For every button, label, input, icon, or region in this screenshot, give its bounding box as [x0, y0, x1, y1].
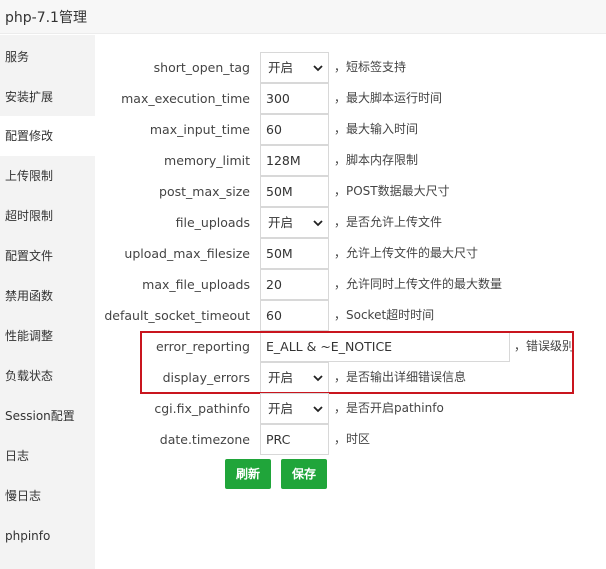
post-max-size-input[interactable] — [260, 176, 329, 207]
setting-row-cgi-fix-pathinfo: cgi.fix_pathinfo 开启 ，是否开启pathinfo — [95, 393, 606, 424]
setting-label: memory_limit — [164, 153, 250, 168]
setting-row-default-socket-timeout: default_socket_timeout ，Socket超时时间 — [95, 300, 606, 331]
setting-description: ，最大脚本运行时间 — [334, 91, 443, 105]
setting-label: default_socket_timeout — [104, 308, 250, 323]
setting-description: ，短标签支持 — [334, 60, 407, 74]
setting-row-max-input-time: max_input_time ，最大输入时间 — [95, 114, 606, 145]
setting-label: upload_max_filesize — [124, 246, 250, 261]
setting-description: ，允许同时上传文件的最大数量 — [334, 277, 503, 291]
setting-label: max_input_time — [149, 122, 250, 137]
select-value: 开启 — [268, 401, 294, 416]
sidebar-item-timeout-limit[interactable]: 超时限制 — [0, 196, 95, 236]
setting-label: max_execution_time — [121, 91, 250, 106]
max-input-time-input[interactable] — [260, 114, 329, 145]
setting-row-date-timezone: date.timezone ，时区 — [95, 424, 606, 455]
setting-row-upload-max-filesize: upload_max_filesize ，允许上传文件的最大尺寸 — [95, 238, 606, 269]
setting-description: ，Socket超时时间 — [334, 308, 435, 322]
setting-label: cgi.fix_pathinfo — [154, 401, 250, 416]
sidebar-item-extensions[interactable]: 安装扩展 — [0, 77, 95, 117]
setting-row-memory-limit: memory_limit ，脚本内存限制 — [95, 145, 606, 176]
max-file-uploads-input[interactable] — [260, 269, 329, 300]
default-socket-timeout-input[interactable] — [260, 300, 329, 331]
setting-row-file-uploads: file_uploads 开启 ，是否允许上传文件 — [95, 207, 606, 238]
sidebar: 服务 安装扩展 配置修改 上传限制 超时限制 配置文件 禁用函数 性能调整 负载… — [0, 35, 95, 569]
sidebar-item-phpinfo[interactable]: phpinfo — [0, 516, 95, 556]
setting-description: ，POST数据最大尺寸 — [334, 184, 450, 198]
sidebar-item-performance[interactable]: 性能调整 — [0, 316, 95, 356]
sidebar-item-service[interactable]: 服务 — [0, 37, 95, 77]
config-form: short_open_tag 开启 ，短标签支持 max_execution_t… — [95, 35, 606, 569]
sidebar-item-config-file[interactable]: 配置文件 — [0, 236, 95, 276]
sidebar-item-config[interactable]: 配置修改 — [0, 116, 95, 156]
sidebar-item-upload-limit[interactable]: 上传限制 — [0, 156, 95, 196]
save-button[interactable]: 保存 — [281, 459, 327, 489]
sidebar-item-log[interactable]: 日志 — [0, 436, 95, 476]
window-title: php-7.1管理 — [5, 10, 87, 26]
select-value: 开启 — [268, 60, 294, 75]
sidebar-item-slow-log[interactable]: 慢日志 — [0, 476, 95, 516]
cgi-fix-pathinfo-select[interactable]: 开启 — [260, 393, 329, 424]
setting-description: ，是否开启pathinfo — [334, 401, 444, 415]
setting-label: file_uploads — [175, 215, 250, 230]
max-execution-time-input[interactable] — [260, 83, 329, 114]
setting-row-post-max-size: post_max_size ，POST数据最大尺寸 — [95, 176, 606, 207]
setting-label: post_max_size — [159, 184, 250, 199]
setting-label: short_open_tag — [153, 60, 250, 75]
date-timezone-input[interactable] — [260, 424, 329, 455]
chevron-down-icon — [313, 220, 323, 227]
setting-label: date.timezone — [159, 432, 250, 447]
highlight-box — [140, 331, 574, 394]
file-uploads-select[interactable]: 开启 — [260, 207, 329, 238]
setting-description: ，时区 — [334, 432, 371, 446]
window-titlebar: php-7.1管理 — [0, 0, 606, 34]
select-value: 开启 — [268, 215, 294, 230]
setting-description: ，脚本内存限制 — [334, 153, 419, 167]
setting-description: ，最大输入时间 — [334, 122, 419, 136]
upload-max-filesize-input[interactable] — [260, 238, 329, 269]
setting-label: max_file_uploads — [142, 277, 250, 292]
sidebar-item-load-status[interactable]: 负载状态 — [0, 356, 95, 396]
setting-row-short-open-tag: short_open_tag 开启 ，短标签支持 — [95, 52, 606, 83]
memory-limit-input[interactable] — [260, 145, 329, 176]
chevron-down-icon — [313, 65, 323, 72]
setting-row-max-file-uploads: max_file_uploads ，允许同时上传文件的最大数量 — [95, 269, 606, 300]
setting-description: ，是否允许上传文件 — [334, 215, 443, 229]
setting-description: ，允许上传文件的最大尺寸 — [334, 246, 479, 260]
refresh-button[interactable]: 刷新 — [225, 459, 271, 489]
sidebar-item-disabled-functions[interactable]: 禁用函数 — [0, 276, 95, 316]
setting-row-max-execution-time: max_execution_time ，最大脚本运行时间 — [95, 83, 606, 114]
short-open-tag-select[interactable]: 开启 — [260, 52, 329, 83]
chevron-down-icon — [313, 406, 323, 413]
sidebar-item-session[interactable]: Session配置 — [0, 396, 95, 436]
